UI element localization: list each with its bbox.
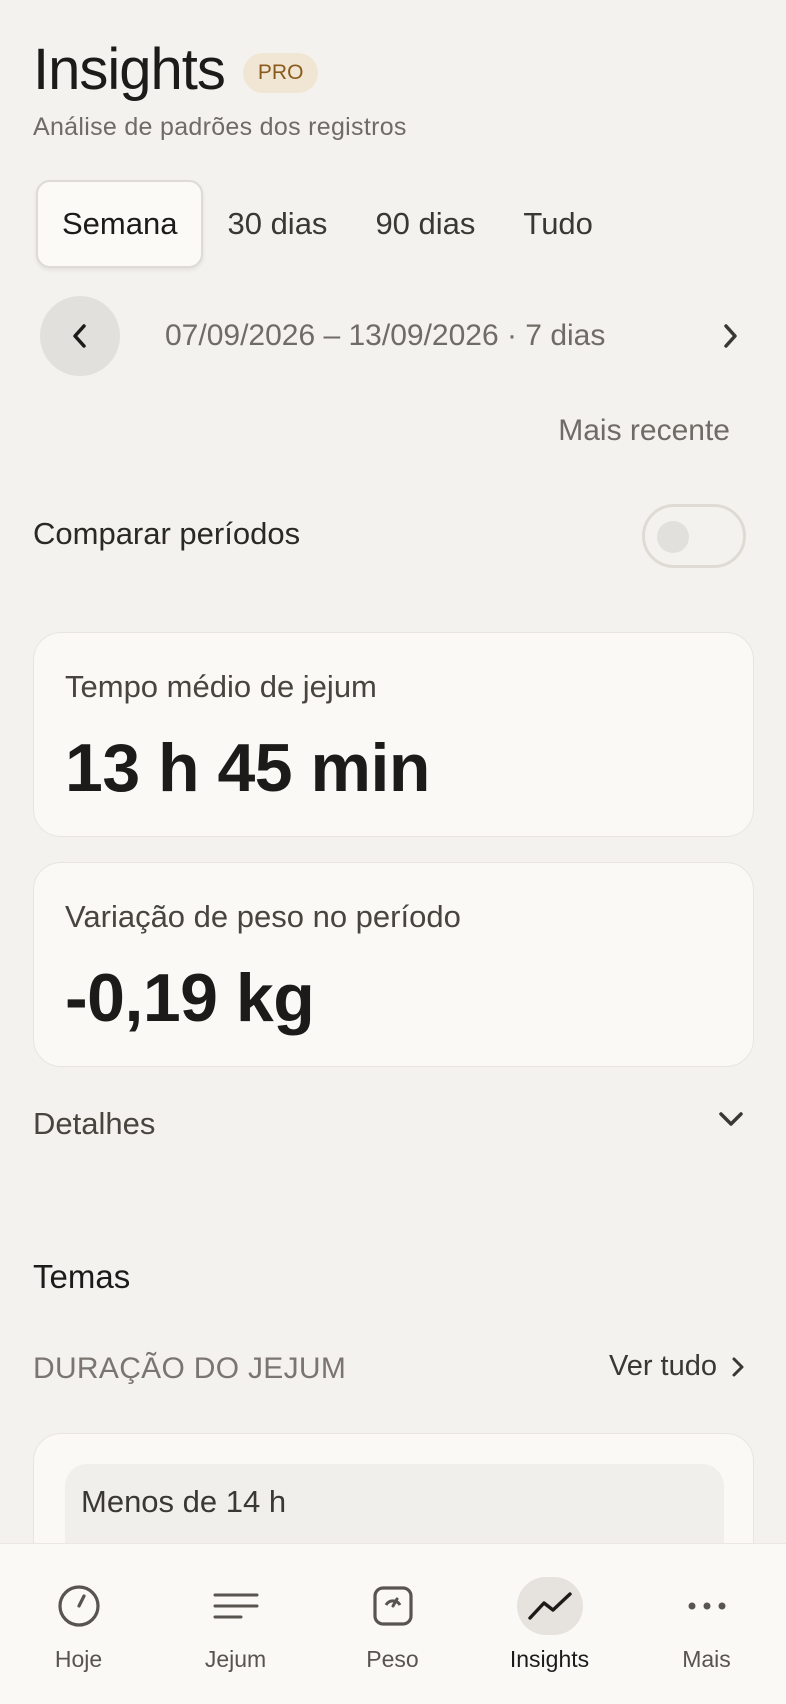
nav-label: Mais — [682, 1646, 731, 1672]
tab-30-dias[interactable]: 30 dias — [203, 180, 351, 268]
compare-periods-row: Comparar períodos — [33, 500, 746, 570]
nav-item-mais[interactable]: Mais — [628, 1544, 785, 1704]
nav-icon-container — [674, 1577, 740, 1635]
nav-label: Insights — [509, 1646, 590, 1672]
nav-icon-container — [46, 1577, 112, 1635]
page-title: Insights — [33, 37, 226, 102]
average-fasting-card: Tempo médio de jejum 13 h 45 min — [33, 632, 754, 837]
tab-90-dias[interactable]: 90 dias — [351, 180, 499, 268]
theme-header: DURAÇÃO DO JEJUM Ver tudo — [33, 1346, 745, 1396]
nav-icon-container — [203, 1577, 269, 1635]
details-expander[interactable]: Detalhes — [33, 1100, 745, 1150]
card-label: Tempo médio de jejum — [65, 669, 377, 704]
next-period-button[interactable] — [690, 296, 770, 376]
trend-line-icon — [527, 1592, 572, 1620]
compare-periods-label: Comparar períodos — [33, 516, 301, 551]
nav-label: Jejum — [204, 1646, 267, 1672]
see-all-label: Ver tudo — [608, 1350, 717, 1382]
tab-tudo[interactable]: Tudo — [499, 180, 617, 268]
clock-icon — [57, 1585, 100, 1627]
nav-item-jejum[interactable]: Jejum — [157, 1544, 314, 1704]
insights-screen: Insights PRO Análise de padrões dos regi… — [0, 0, 786, 1704]
scale-icon — [372, 1586, 413, 1626]
bottom-navigation: Hoje Jejum Peso Insights Mais — [0, 1543, 786, 1704]
see-all-link[interactable]: Ver tudo — [609, 1350, 745, 1383]
card-value: 13 h 45 min — [65, 730, 430, 806]
page-subtitle: Análise de padrões dos registros — [33, 113, 407, 141]
nav-label: Peso — [366, 1646, 419, 1672]
details-label: Detalhes — [33, 1106, 156, 1141]
nav-item-insights[interactable]: Insights — [471, 1544, 628, 1704]
nav-icon-container — [516, 1577, 583, 1635]
theme-heading: DURAÇÃO DO JEJUM — [33, 1352, 347, 1385]
tab-semana[interactable]: Semana — [36, 180, 204, 268]
compare-periods-toggle[interactable] — [642, 504, 746, 568]
card-value: -0,19 kg — [65, 960, 315, 1036]
chevron-right-icon — [724, 324, 737, 348]
nav-item-peso[interactable]: Peso — [314, 1544, 471, 1704]
nav-icon-container — [360, 1577, 426, 1635]
previous-period-button[interactable] — [40, 296, 120, 376]
nav-item-hoje[interactable]: Hoje — [0, 1544, 157, 1704]
list-lines-icon — [213, 1593, 258, 1619]
themes-title: Temas — [33, 1258, 131, 1295]
card-label: Variação de peso no período — [65, 899, 461, 934]
date-range-label: 07/09/2026 – 13/09/2026 · 7 dias — [165, 319, 606, 352]
date-navigator: 07/09/2026 – 13/09/2026 · 7 dias — [40, 296, 740, 376]
chevron-left-icon — [73, 324, 86, 348]
most-recent-button[interactable]: Mais recente — [558, 414, 730, 448]
theme-item-label: Menos de 14 h — [81, 1484, 287, 1519]
header: Insights PRO Análise de padrões dos regi… — [33, 36, 753, 142]
chevron-right-icon — [732, 1357, 744, 1376]
nav-label: Hoje — [54, 1646, 103, 1672]
more-dots-icon — [688, 1602, 725, 1610]
pro-badge: PRO — [242, 52, 319, 93]
weight-change-card: Variação de peso no período -0,19 kg — [33, 862, 754, 1067]
title-row: Insights PRO — [33, 36, 753, 103]
chevron-down-icon — [719, 1112, 743, 1126]
toggle-knob — [657, 521, 689, 553]
period-tabs: Semana 30 dias 90 dias Tudo — [36, 180, 617, 268]
